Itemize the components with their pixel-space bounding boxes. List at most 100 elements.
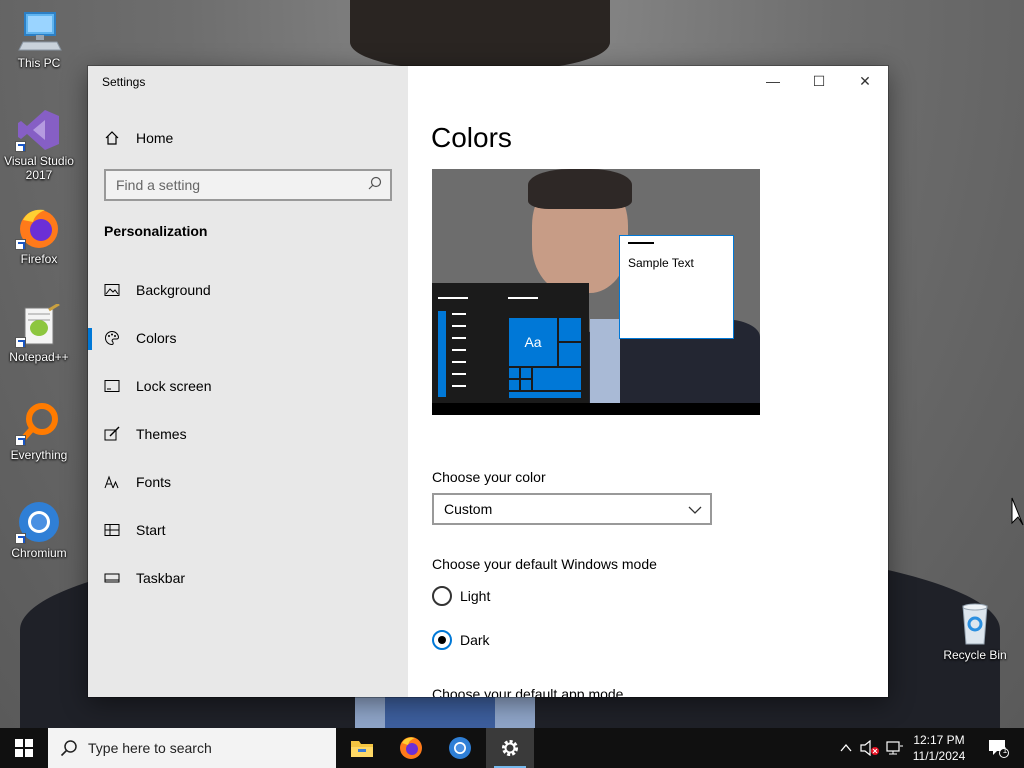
preview-wallpaper-hair <box>528 169 632 209</box>
wallpaper-hair <box>350 0 610 70</box>
computer-icon <box>15 10 63 54</box>
home-icon <box>104 130 120 146</box>
tray-overflow-chevron-up-icon[interactable] <box>836 738 856 758</box>
start-button[interactable] <box>0 728 48 768</box>
start-grid-icon <box>104 522 120 538</box>
settings-main-content: — ☐ ✕ Colors Aa Sample Text Choose your … <box>408 66 888 697</box>
shortcut-arrow-icon <box>15 337 26 348</box>
shortcut-arrow-icon <box>15 533 26 544</box>
settings-search-box[interactable] <box>104 169 392 201</box>
settings-window: Settings Home Personalization Background <box>88 66 888 697</box>
preview-wallpaper-shirt <box>590 319 620 403</box>
nav-item-label: Start <box>136 522 166 538</box>
settings-search-input[interactable] <box>116 177 368 193</box>
radio-dark-label: Dark <box>460 632 490 648</box>
desktop-icon-this-pc[interactable]: This PC <box>0 10 78 70</box>
nav-item-label: Themes <box>136 426 187 442</box>
chromium-icon <box>15 500 63 544</box>
windows-mode-label: Choose your default Windows mode <box>432 556 657 572</box>
close-icon: ✕ <box>859 72 871 89</box>
taskbar-search-box[interactable] <box>48 728 336 768</box>
recycle-bin-icon <box>951 602 999 646</box>
maximize-button[interactable]: ☐ <box>796 66 842 96</box>
minimize-button[interactable]: — <box>750 66 796 96</box>
everything-search-icon <box>15 402 63 446</box>
search-icon <box>60 740 77 757</box>
minimize-icon: — <box>766 73 780 89</box>
shortcut-arrow-icon <box>15 239 26 250</box>
preview-start-menu: Aa <box>432 283 589 403</box>
nav-item-colors[interactable]: Colors <box>88 318 408 358</box>
preview-sample-text: Sample Text <box>628 256 694 270</box>
clock-date: 11/1/2024 <box>912 749 966 763</box>
firefox-icon <box>400 737 422 759</box>
chromium-icon <box>449 737 471 759</box>
nav-item-taskbar[interactable]: Taskbar <box>88 558 408 598</box>
taskbar-search-input[interactable] <box>88 740 308 756</box>
choose-color-label: Choose your color <box>432 469 546 485</box>
radio-light[interactable] <box>432 586 452 606</box>
taskbar-clock[interactable]: 12:17 PM 11/1/2024 <box>904 732 974 764</box>
themes-brush-icon <box>104 426 120 442</box>
taskbar-app-firefox[interactable] <box>387 728 435 768</box>
color-mode-dropdown[interactable]: Custom <box>432 493 712 525</box>
desktop-icon-notepad-plus-plus[interactable]: Notepad++ <box>0 302 78 364</box>
desktop-icon-chromium[interactable]: Chromium <box>0 500 78 560</box>
windows-logo-icon <box>15 739 33 757</box>
image-icon <box>104 282 120 298</box>
page-title: Colors <box>431 122 512 153</box>
nav-item-lock-screen[interactable]: Lock screen <box>88 366 408 406</box>
clock-time: 12:17 PM <box>913 733 965 747</box>
settings-gear-icon <box>502 740 518 756</box>
shortcut-arrow-icon <box>15 435 26 446</box>
section-title: Personalization <box>104 223 208 239</box>
network-icon[interactable] <box>885 738 905 758</box>
chevron-down-icon <box>688 501 702 517</box>
nav-item-start[interactable]: Start <box>88 510 408 550</box>
nav-item-label: Lock screen <box>136 378 212 394</box>
notification-count-badge: 1 <box>1002 746 1008 755</box>
desktop-icon-everything[interactable]: Everything <box>0 402 78 462</box>
nav-home[interactable]: Home <box>104 128 394 148</box>
desktop-icon-recycle-bin[interactable]: Recycle Bin <box>936 602 1014 662</box>
color-mode-selected-value: Custom <box>444 501 493 517</box>
visual-studio-icon <box>15 108 63 152</box>
settings-sidebar: Settings Home Personalization Background <box>88 66 408 697</box>
nav-item-fonts[interactable]: Fonts <box>88 462 408 502</box>
close-button[interactable]: ✕ <box>842 66 888 96</box>
notepad-plus-plus-icon <box>15 302 63 348</box>
nav-item-label: Fonts <box>136 474 172 490</box>
preview-sample-window: Sample Text <box>619 235 734 339</box>
palette-icon <box>104 330 120 346</box>
nav-item-label: Background <box>136 282 211 298</box>
shortcut-arrow-icon <box>15 141 26 152</box>
taskbar: 12:17 PM 11/1/2024 1 <box>0 728 1024 768</box>
radio-dark[interactable] <box>432 630 452 650</box>
nav-home-label: Home <box>136 130 174 146</box>
window-title: Settings <box>102 75 146 89</box>
action-center-button[interactable]: 1 <box>978 728 1018 768</box>
desktop-icon-visual-studio[interactable]: Visual Studio 2017 <box>0 108 78 182</box>
file-explorer-icon <box>351 741 373 757</box>
taskbar-app-settings[interactable] <box>486 728 534 768</box>
nav-item-themes[interactable]: Themes <box>88 414 408 454</box>
taskbar-app-chromium[interactable] <box>436 728 484 768</box>
theme-preview: Aa Sample Text <box>432 169 760 415</box>
taskbar-app-file-explorer[interactable] <box>338 728 386 768</box>
nav-item-background[interactable]: Background <box>88 270 408 310</box>
mouse-cursor-icon <box>1011 497 1024 526</box>
taskbar-icon <box>104 570 120 586</box>
search-icon <box>368 176 382 195</box>
volume-muted-icon[interactable] <box>860 738 880 758</box>
app-mode-label: Choose your default app mode <box>432 686 624 697</box>
font-icon <box>104 474 120 490</box>
maximize-icon: ☐ <box>812 72 826 89</box>
preview-taskbar <box>432 403 760 415</box>
desktop-icon-firefox[interactable]: Firefox <box>0 206 78 266</box>
preview-tile-aa: Aa <box>508 317 558 367</box>
firefox-icon <box>15 206 63 250</box>
windows-mode-dark-option[interactable]: Dark <box>432 628 490 652</box>
windows-mode-light-option[interactable]: Light <box>432 584 490 608</box>
nav-item-label: Taskbar <box>136 570 186 586</box>
wallpaper-tie <box>385 697 495 728</box>
